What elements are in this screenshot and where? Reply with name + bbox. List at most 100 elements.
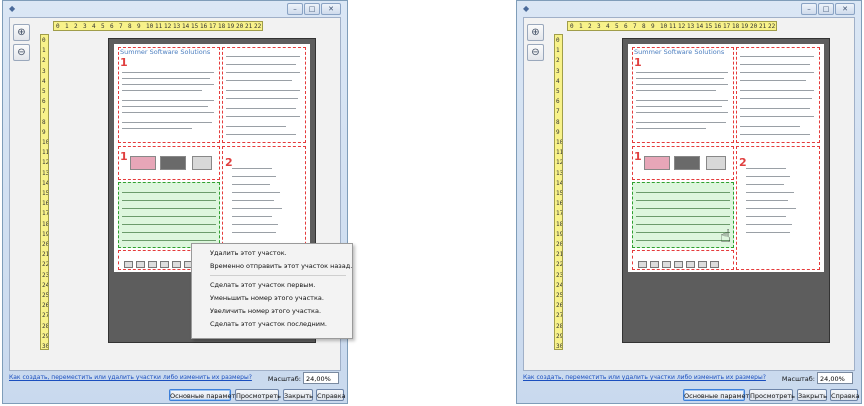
- title-bar[interactable]: ◆ – □ ✕: [517, 1, 861, 17]
- text-line: [740, 98, 812, 99]
- zone-2[interactable]: [222, 47, 306, 143]
- text-line: [636, 90, 716, 91]
- preview-button[interactable]: Просмотреть: [235, 389, 281, 401]
- scale-input[interactable]: 24,00%: [303, 372, 339, 384]
- close-window-button[interactable]: ✕: [835, 3, 855, 15]
- image-thumbnail: [644, 156, 670, 170]
- ruler-tick-label: 26: [42, 302, 49, 310]
- zoom-in-icon[interactable]: ⊕: [13, 24, 30, 41]
- ruler-tick-label: 22: [42, 261, 49, 269]
- ruler-tick-label: 7: [633, 23, 637, 30]
- preview-area[interactable]: ⊕ ⊖ 0 1 2 3 4 5 6 7 8 9 10 11 12 13 14 15 16 17 18 19 20 21 22…: [9, 17, 353, 371]
- logo-icon: [136, 261, 145, 268]
- zone-number: 1: [634, 56, 642, 69]
- menu-item-increase-number[interactable]: Увеличить номер этого участка.: [210, 307, 321, 315]
- maximize-button[interactable]: □: [818, 3, 834, 15]
- text-line: [122, 106, 208, 107]
- ruler-tick-label: 2: [74, 23, 78, 30]
- logo-icon: [698, 261, 707, 268]
- ruler-tick-label: 25: [556, 292, 563, 299]
- ruler-tick-label: 8: [128, 23, 132, 30]
- ruler-tick-label: 13: [687, 23, 695, 30]
- document-heading: Summer Software Solutions: [120, 48, 211, 56]
- help-button[interactable]: Справка: [316, 389, 346, 401]
- window-controls: – □ ✕: [801, 3, 855, 15]
- ruler-tick-label: 4: [606, 23, 610, 30]
- ruler-tick-label: 30: [42, 343, 49, 350]
- table-row: [122, 232, 216, 233]
- ruler-tick-label: 5: [556, 88, 560, 95]
- help-link[interactable]: Как создать, переместить или удалить уча…: [9, 374, 252, 381]
- minimize-button[interactable]: –: [287, 3, 303, 15]
- ruler-tick-label: 1: [65, 23, 69, 30]
- menu-item-make-first[interactable]: Сделать этот участок первым.: [210, 281, 315, 289]
- text-line: [636, 100, 728, 101]
- ruler-tick-label: 28: [42, 322, 49, 330]
- ruler-tick-label: 5: [615, 23, 619, 30]
- logo-icon: [124, 261, 133, 268]
- ruler-tick-label: 1: [42, 47, 46, 55]
- text-line: [232, 232, 276, 233]
- scale-input[interactable]: 24,00%: [817, 372, 853, 384]
- main-settings-button[interactable]: Основные параметры: [683, 389, 758, 401]
- ruler-tick-label: 8: [556, 118, 560, 126]
- close-button[interactable]: Закрыть: [797, 389, 827, 401]
- zoom-out-icon[interactable]: ⊖: [527, 44, 544, 61]
- preview-button[interactable]: Просмотреть: [749, 389, 795, 401]
- ruler-tick-label: 15: [42, 190, 49, 197]
- ruler-tick-label: 6: [556, 98, 560, 106]
- ruler-tick-label: 11: [155, 23, 163, 30]
- text-line: [122, 100, 214, 101]
- help-link[interactable]: Как создать, переместить или удалить уча…: [523, 374, 766, 381]
- title-bar[interactable]: ◆ – □ ✕: [3, 1, 347, 17]
- menu-item-send-back[interactable]: Временно отправить этот участок назад.: [210, 262, 352, 270]
- preview-area[interactable]: ⊕ ⊖ 0 1 2 3 4 5 6 7 8 9 10 11 12 13 14 15 16 17 18 19 20 21 22…: [523, 17, 855, 371]
- scale-label: Масштаб:: [267, 375, 301, 383]
- logo-icon: [172, 261, 181, 268]
- ruler-tick-label: 3: [556, 67, 560, 75]
- horizontal-ruler: 0 1 2 3 4 5 6 7 8 9 10 11 12 13 14 15 16 17 18 19 20 21 22: [53, 21, 263, 31]
- page-preview[interactable]: Summer Software Solutions 1 1 2: [622, 38, 830, 343]
- text-line: [740, 126, 800, 127]
- ruler-tick-label: 12: [678, 23, 686, 30]
- logo-icon: [686, 261, 695, 268]
- close-button[interactable]: Закрыть: [283, 389, 313, 401]
- text-line: [226, 56, 300, 57]
- menu-item-make-last[interactable]: Сделать этот участок последним.: [210, 320, 327, 328]
- vertical-ruler: 0 1 2 3 4 5 6 7 8 9 10 11 12 13 14 15 16 17 18 19 20 21 22 23 24…: [554, 34, 563, 350]
- ruler-tick-label: 13: [556, 169, 563, 177]
- ruler-tick-label: 4: [42, 77, 46, 85]
- ruler-tick-label: 14: [556, 179, 563, 187]
- minimize-button[interactable]: –: [801, 3, 817, 15]
- ruler-tick-label: 10: [42, 139, 49, 146]
- ruler-tick-label: 2: [588, 23, 592, 30]
- ruler-tick-label: 5: [101, 23, 105, 30]
- text-line: [636, 122, 726, 123]
- ruler-tick-label: 20: [42, 241, 49, 248]
- zoom-out-icon[interactable]: ⊖: [13, 44, 30, 61]
- ruler-tick-label: 20: [750, 23, 758, 30]
- text-line: [636, 128, 706, 129]
- text-line: [122, 90, 202, 91]
- close-window-button[interactable]: ✕: [321, 3, 341, 15]
- ruler-tick-label: 7: [119, 23, 123, 30]
- text-line: [746, 192, 794, 193]
- ruler-tick-label: 21: [42, 251, 49, 259]
- ruler-tick-label: 19: [42, 230, 49, 238]
- ruler-tick-label: 11: [556, 149, 563, 157]
- zoom-in-icon[interactable]: ⊕: [527, 24, 544, 41]
- logo-icon: [674, 261, 683, 268]
- table-row: [122, 216, 216, 217]
- ruler-tick-label: 16: [714, 23, 722, 30]
- menu-item-delete-zone[interactable]: Удалить этот участок.: [210, 249, 287, 257]
- text-line: [746, 224, 792, 225]
- ruler-tick-label: 25: [42, 292, 49, 299]
- help-button[interactable]: Справка: [830, 389, 860, 401]
- zone-2[interactable]: [736, 47, 820, 143]
- main-settings-button[interactable]: Основные параметры: [169, 389, 244, 401]
- maximize-button[interactable]: □: [304, 3, 320, 15]
- ruler-tick-label: 0: [42, 37, 46, 44]
- menu-item-decrease-number[interactable]: Уменьшить номер этого участка.: [210, 294, 324, 302]
- ruler-tick-label: 18: [556, 220, 563, 228]
- ruler-tick-label: 12: [164, 23, 172, 30]
